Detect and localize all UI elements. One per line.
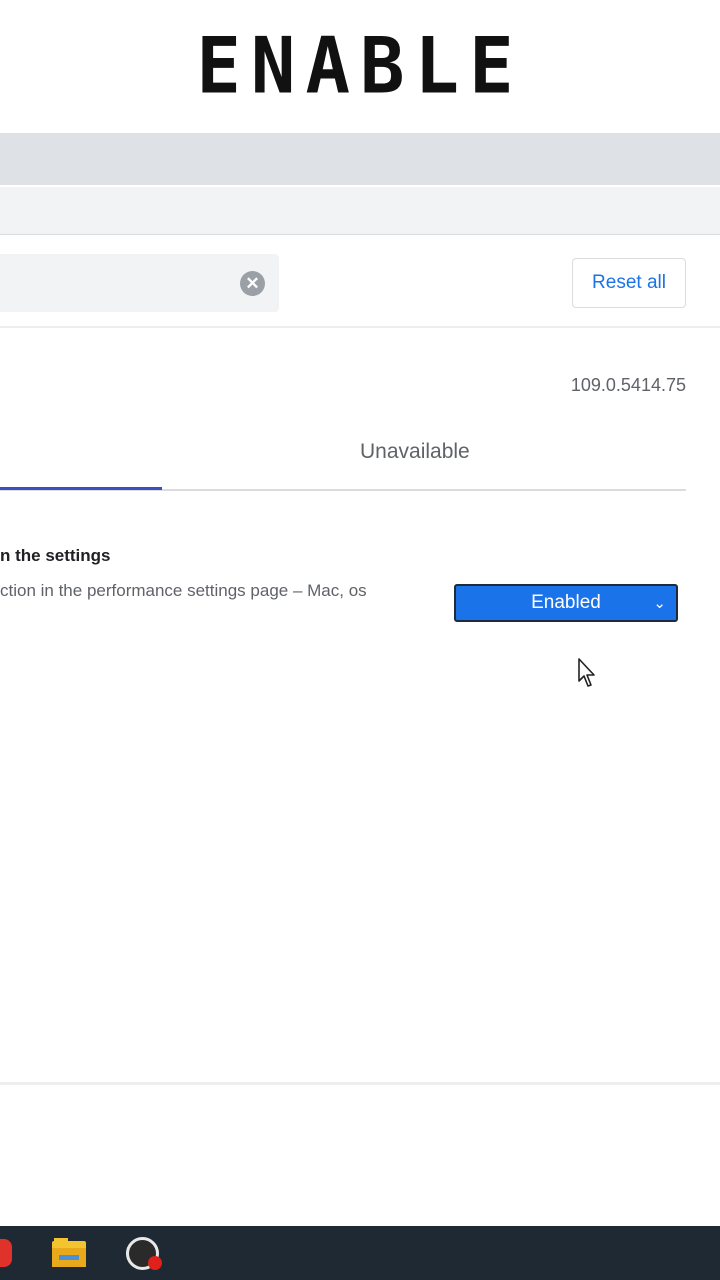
browser-tabstrip [0, 133, 720, 185]
select-value: Enabled [531, 592, 601, 613]
experiment-description: ction in the performance settings page –… [0, 581, 367, 600]
chevron-down-icon: ⌄ [653, 595, 666, 612]
obs-icon[interactable] [124, 1226, 164, 1280]
tab-unavailable[interactable]: Unavailable [360, 440, 470, 464]
mouse-cursor-icon [578, 658, 595, 687]
search-input[interactable] [0, 254, 279, 312]
folder-icon[interactable] [52, 1226, 88, 1280]
version-label: 109.0.5414.75 [570, 375, 686, 395]
flags-tabs: Unavailable [0, 436, 686, 491]
taskbar [0, 1226, 720, 1280]
footer-divider [0, 1082, 720, 1085]
caption-banner: ENABLE [0, 0, 720, 132]
caption-text: ENABLE [196, 20, 524, 112]
experiment-state-select[interactable]: Enabled ⌄ [454, 584, 678, 622]
flags-header: ✕ Reset all [0, 236, 720, 328]
tab-available-indicator[interactable] [0, 487, 162, 490]
red-app-icon[interactable] [0, 1226, 14, 1280]
clear-search-icon[interactable]: ✕ [240, 271, 265, 296]
browser-toolbar [0, 187, 720, 235]
experiment-title: n the settings [0, 546, 111, 565]
reset-all-button[interactable]: Reset all [572, 258, 686, 308]
